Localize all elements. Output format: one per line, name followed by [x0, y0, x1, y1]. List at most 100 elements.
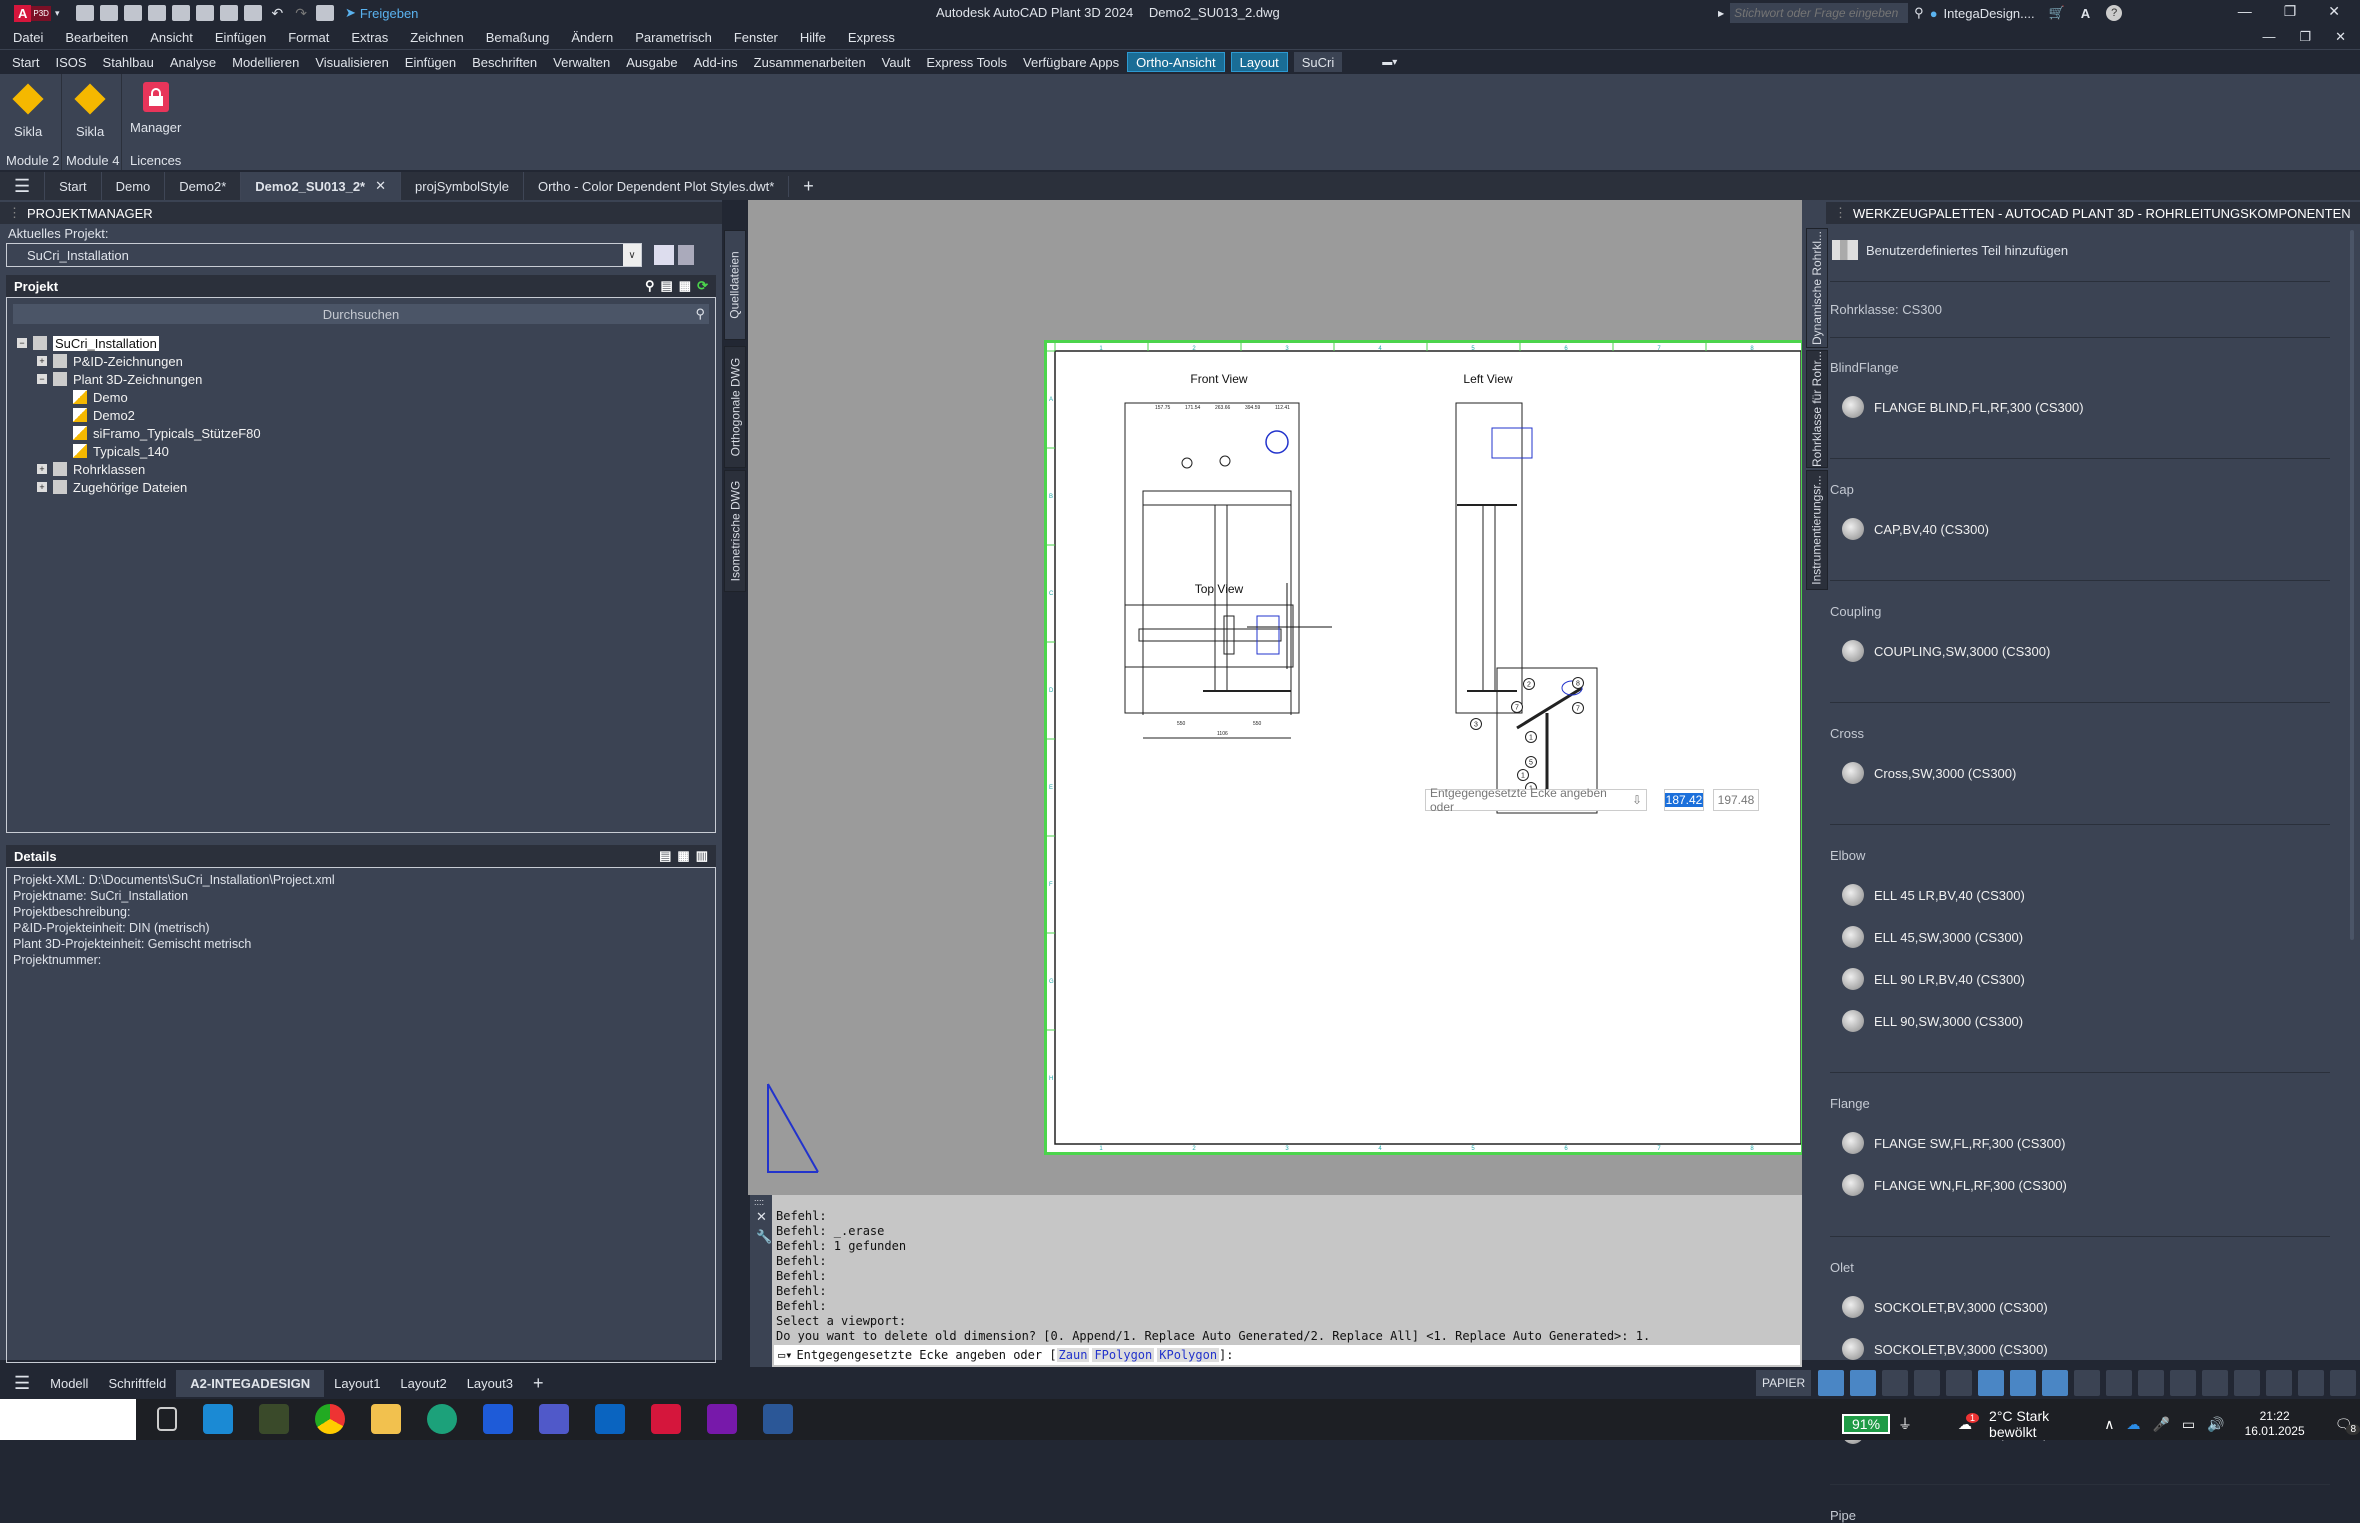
menu-extras[interactable]: Extras [340, 30, 399, 45]
hamburger-menu-icon[interactable]: ☰ [14, 176, 30, 197]
tab-spec-for-pipe[interactable]: Rohrklasse für Rohr... [1806, 350, 1828, 468]
object-snap-tracking-icon[interactable] [1914, 1370, 1941, 1396]
cart-icon[interactable]: 🛒 [2049, 5, 2065, 21]
doc-close-icon[interactable]: ✕ [2335, 29, 2346, 45]
palette-tool-item[interactable]: SOCKOLET,BV,3000 (CS300) [1842, 1338, 2048, 1360]
ribbon-tab-verwalten[interactable]: Verwalten [545, 52, 618, 72]
ribbon-tab-modellieren[interactable]: Modellieren [224, 52, 307, 72]
palette-tool-item[interactable]: Cross,SW,3000 (CS300) [1842, 762, 2016, 784]
minimize-icon[interactable]: — [2238, 3, 2252, 20]
doc-tab[interactable]: Ortho - Color Dependent Plot Styles.dwt* [522, 172, 788, 200]
sikla-module2-button[interactable]: Sikla [12, 83, 44, 139]
menu-ansicht[interactable]: Ansicht [139, 30, 204, 45]
layout-tab[interactable]: A2-INTEGADESIGN [176, 1369, 325, 1397]
palette-tool-item[interactable]: FLANGE BLIND,FL,RF,300 (CS300) [1842, 396, 2084, 418]
ribbon-tab-zusammenarbeiten[interactable]: Zusammenarbeiten [746, 52, 874, 72]
onedrive-icon[interactable]: ☁ [2126, 1416, 2140, 1433]
new-file-icon[interactable] [76, 4, 95, 21]
grip-icon[interactable]: ⋮ [8, 205, 21, 221]
collapse-icon[interactable]: − [37, 374, 47, 384]
new-layout-icon[interactable]: + [523, 1373, 554, 1394]
grip-icon[interactable]: :::: [754, 1197, 768, 1207]
ribbon-tab-vault[interactable]: Vault [874, 52, 919, 72]
option-cpolygon[interactable]: KPolygon [1157, 1348, 1220, 1362]
ribbon-tab-add-ins[interactable]: Add-ins [686, 52, 746, 72]
selection-cycling-icon[interactable] [2074, 1370, 2101, 1396]
ribbon-tab-einf-gen[interactable]: Einfügen [397, 52, 464, 72]
ribbon-tab-analyse[interactable]: Analyse [162, 52, 224, 72]
tree-node[interactable]: Demo [7, 388, 715, 406]
palette-tool-item[interactable]: ELL 90,SW,3000 (CS300) [1842, 1010, 2023, 1032]
search-icon[interactable]: ⚲ [645, 278, 655, 294]
transparency-toggle[interactable] [2042, 1370, 2069, 1396]
layout-tab[interactable]: Layout2 [390, 1376, 456, 1391]
ribbon-tab-verf-gbare-apps[interactable]: Verfügbare Apps [1015, 52, 1127, 72]
paper-space-toggle[interactable]: PAPIER [1756, 1370, 1812, 1396]
menu-datei[interactable]: Datei [2, 30, 54, 45]
ribbon-tab-ausgabe[interactable]: Ausgabe [618, 52, 685, 72]
isolate-icon[interactable] [2266, 1370, 2293, 1396]
print-project-icon[interactable] [654, 245, 674, 265]
tab-isometric-dwg[interactable]: Isometrische DWG [724, 470, 746, 592]
file-explorer-icon[interactable] [371, 1404, 401, 1434]
palette-scrollbar[interactable] [2350, 230, 2354, 940]
layout-tab[interactable]: Modell [40, 1376, 98, 1391]
menu-bemaßung[interactable]: Bemaßung [475, 30, 561, 45]
layout-tab[interactable]: Layout3 [457, 1376, 523, 1391]
save-web-icon[interactable] [172, 4, 191, 21]
tree-node[interactable]: + Rohrklassen [7, 460, 715, 478]
menu-ändern[interactable]: Ändern [560, 30, 624, 45]
doc-tab[interactable]: Demo2* [164, 172, 240, 200]
details-preview-icon[interactable]: ▦ [677, 848, 689, 864]
plus-icon[interactable] [2234, 1370, 2261, 1396]
help-icon[interactable]: ? [2106, 5, 2123, 21]
doc-tab[interactable]: projSymbolStyle [400, 172, 523, 200]
restore-icon[interactable]: ❐ [2284, 3, 2297, 20]
menu-zeichnen[interactable]: Zeichnen [399, 30, 474, 45]
palette-tool-item[interactable]: FLANGE WN,FL,RF,300 (CS300) [1842, 1174, 2067, 1196]
ortho-toggle[interactable] [1850, 1370, 1877, 1396]
new-drawing-icon[interactable]: ▤ [661, 278, 673, 294]
autodesk-a360-icon[interactable]: A [2081, 6, 2090, 21]
calculator-app-icon[interactable] [203, 1404, 233, 1434]
doc-tab[interactable]: Start [44, 172, 100, 200]
save-icon[interactable] [124, 4, 143, 21]
autocad-plant-icon[interactable] [651, 1404, 681, 1434]
share-button[interactable]: ➤ Freigeben [345, 5, 418, 21]
edge-icon[interactable] [427, 1404, 457, 1434]
menu-hilfe[interactable]: Hilfe [789, 30, 837, 45]
copy-icon[interactable]: ▦ [679, 278, 691, 294]
annotation-visibility-icon[interactable] [2170, 1370, 2197, 1396]
menu-express[interactable]: Express [837, 30, 906, 45]
battery-indicator[interactable]: 91% [1842, 1414, 1891, 1434]
chrome-icon[interactable] [315, 1404, 345, 1434]
outlook-icon[interactable] [595, 1404, 625, 1434]
volume-icon[interactable]: 🔊 [2207, 1416, 2224, 1433]
sikla-module4-button[interactable]: Sikla [74, 83, 106, 139]
angle-icon[interactable] [1946, 1370, 1973, 1396]
ribbon-tab-stahlbau[interactable]: Stahlbau [95, 52, 162, 72]
m-app-icon[interactable] [483, 1404, 513, 1434]
tab-source-files[interactable]: Quelldateien [724, 230, 746, 340]
annotation-scale-icon[interactable] [2138, 1370, 2165, 1396]
menu-fenster[interactable]: Fenster [723, 30, 789, 45]
new-tab-icon[interactable]: + [788, 175, 828, 197]
search-icon[interactable]: ⚲ [1914, 5, 1924, 21]
download-icon[interactable]: ⇩ [1632, 793, 1642, 807]
ribbon-tab-express-tools[interactable]: Express Tools [918, 52, 1015, 72]
hamburger-menu-icon[interactable]: ☰ [14, 1373, 30, 1394]
palette-tool-item[interactable]: SOCKOLET,BV,3000 (CS300) [1842, 1296, 2048, 1318]
doc-minimize-icon[interactable]: — [2262, 29, 2275, 45]
command-prompt-icon[interactable]: ▭▾ [778, 1348, 792, 1362]
palette-tool-item[interactable]: COUPLING,SW,3000 (CS300) [1842, 640, 2050, 662]
option-fence[interactable]: Zaun [1056, 1348, 1090, 1362]
dynamic-input-toggle[interactable] [1818, 1370, 1845, 1396]
ribbon-tab-sucri[interactable]: SuCri [1293, 52, 1343, 72]
current-project-select[interactable]: SuCri_Installation ∨ [6, 243, 642, 267]
ribbon-tab-start[interactable]: Start [4, 52, 47, 72]
undo-icon[interactable]: ↶ [271, 5, 283, 22]
command-input[interactable]: ▭▾ Entgegengesetzte Ecke angeben oder [ … [774, 1345, 1800, 1365]
tree-node[interactable]: Demo2 [7, 406, 715, 424]
polar-tracking-icon[interactable] [1882, 1370, 1909, 1396]
menu-bearbeiten[interactable]: Bearbeiten [54, 30, 139, 45]
